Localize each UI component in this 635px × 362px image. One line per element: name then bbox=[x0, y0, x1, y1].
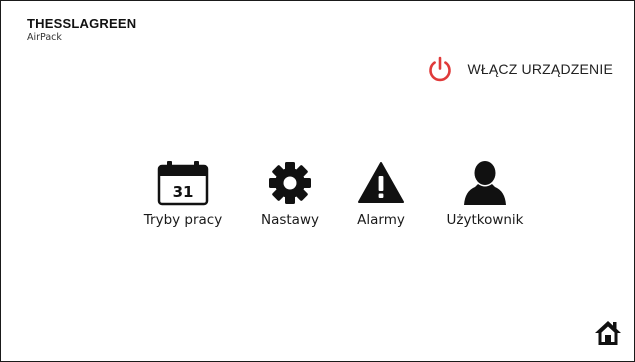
calendar-day-number: 31 bbox=[173, 183, 194, 201]
home-icon[interactable] bbox=[594, 319, 622, 347]
calendar-icon: 31 bbox=[157, 161, 209, 206]
menu-item-label: Użytkownik bbox=[446, 212, 524, 228]
power-icon bbox=[429, 56, 452, 82]
menu-item-settings[interactable]: Nastawy bbox=[255, 160, 325, 228]
main-screen: THESSLAGREEN AirPack WŁĄCZ URZĄDZENIE 31… bbox=[0, 0, 635, 362]
menu-item-label: Alarmy bbox=[357, 212, 405, 228]
gear-icon bbox=[269, 162, 311, 204]
menu-item-user[interactable]: Użytkownik bbox=[441, 160, 529, 228]
device-model: AirPack bbox=[27, 32, 62, 43]
menu-item-label: Tryby pracy bbox=[143, 212, 223, 228]
menu-item-alarms[interactable]: Alarmy bbox=[348, 160, 414, 228]
power-on-button[interactable]: WŁĄCZ URZĄDZENIE bbox=[426, 55, 613, 83]
menu-item-label: Nastawy bbox=[260, 212, 319, 228]
brand-block: THESSLAGREEN AirPack bbox=[27, 16, 136, 43]
user-icon bbox=[464, 161, 506, 205]
warning-icon bbox=[358, 162, 404, 203]
power-on-label: WŁĄCZ URZĄDZENIE bbox=[467, 61, 613, 77]
menu-item-operating-modes[interactable]: 31 Tryby pracy bbox=[140, 160, 226, 228]
brand-name: THESSLAGREEN bbox=[27, 16, 137, 31]
